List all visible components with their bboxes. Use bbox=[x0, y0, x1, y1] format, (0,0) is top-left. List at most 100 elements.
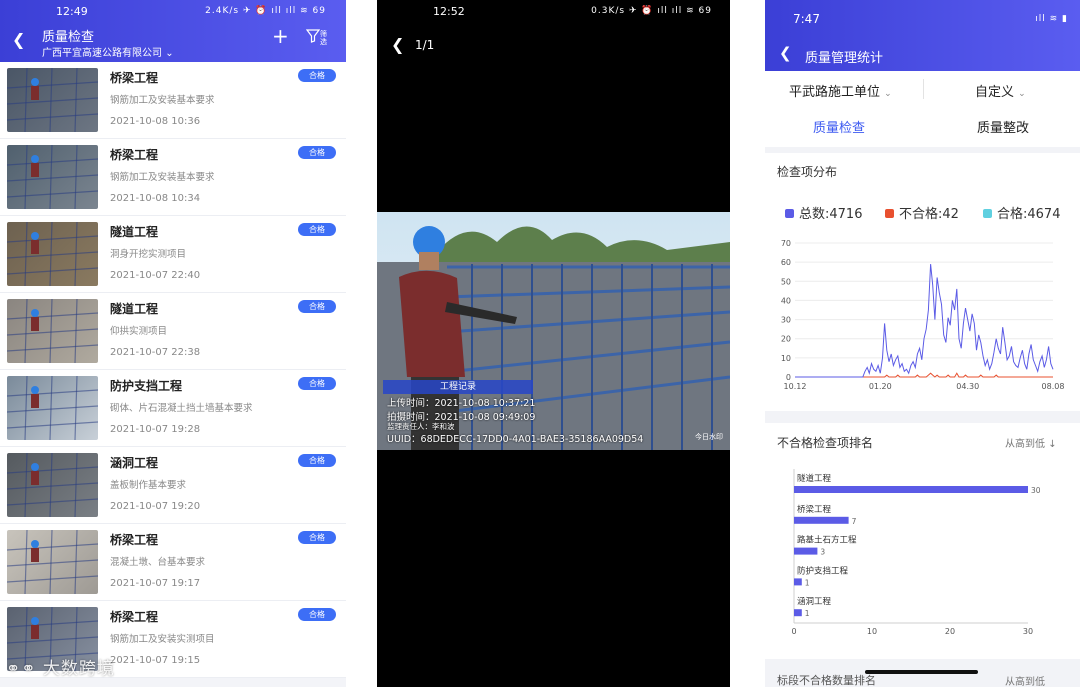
ranking-title: 不合格检查项排名 bbox=[777, 436, 874, 450]
sort-label: 从高到低 bbox=[1005, 439, 1045, 450]
status-badge: 合格 bbox=[298, 69, 336, 82]
status-badge: 合格 bbox=[298, 146, 336, 159]
photo-stamp: 工程记录 上传时间：2021-10-08 10:37:21 拍摄时间：2021-… bbox=[383, 380, 653, 445]
filter-button[interactable]: 筛选 bbox=[305, 28, 336, 52]
category-label: 涵洞工程 bbox=[797, 596, 832, 607]
item-subtitle: 洞身开挖实测项目 bbox=[110, 249, 187, 260]
page-title: 质量检查 bbox=[42, 30, 95, 45]
page-title: 质量管理统计 bbox=[805, 51, 884, 66]
stamp-header: 工程记录 bbox=[383, 380, 533, 394]
status-time: 12:49 bbox=[56, 4, 88, 18]
status-bar: 12:49 2.4K/s ✈ ⏰ ıll ıll ≋ 69 bbox=[0, 0, 346, 22]
watermark-text: 大数跨境 bbox=[42, 659, 115, 679]
page-indicator: 1/1 bbox=[415, 38, 435, 52]
status-time: 12:52 bbox=[433, 4, 465, 18]
inspection-thumbnail bbox=[7, 68, 98, 132]
item-title: 隧道工程 bbox=[110, 225, 159, 239]
company-selector[interactable]: 广西平宜高速公路有限公司 ⌄ bbox=[42, 44, 174, 59]
list-item[interactable]: 隧道工程 洞身开挖实测项目 2021-10-07 22:40 合格 bbox=[0, 216, 346, 293]
y-tick-label: 10 bbox=[781, 354, 791, 363]
legend-fail: 不合格:42 bbox=[885, 203, 959, 222]
bar bbox=[794, 609, 802, 617]
company-name: 广西平宜高速公路有限公司 bbox=[42, 48, 162, 59]
sort-arrow-icon: ↓ bbox=[1048, 439, 1057, 450]
inspection-thumbnail bbox=[7, 299, 98, 363]
legend-label: 总数:4716 bbox=[799, 207, 863, 222]
item-subtitle: 混凝土墩、台基本要求 bbox=[110, 557, 206, 568]
list-item[interactable]: 桥梁工程钢筋加工及安装基本要求 2021-10-08 10:34 合格 bbox=[0, 139, 346, 216]
status-time: 7:47 bbox=[793, 12, 820, 26]
status-icons: 0.3K/s ✈ ⏰ ıll ıll ≋ 69 bbox=[591, 6, 712, 16]
bar bbox=[794, 578, 802, 586]
item-subtitle: 钢筋加工及安装基本要求 bbox=[110, 95, 215, 106]
filter-bar: 平武路施工单位 ⌄ 自定义 ⌄ bbox=[765, 71, 1080, 107]
chevron-down-icon: ⌄ bbox=[165, 48, 174, 59]
item-time: 2021-10-08 10:36 bbox=[110, 116, 201, 127]
item-title: 桥梁工程 bbox=[110, 148, 159, 162]
header-bar: 7:47 ıll ≋ ▮ ❮ 质量管理统计 bbox=[765, 0, 1080, 71]
item-subtitle: 仰拱实测项目 bbox=[110, 326, 168, 337]
item-title: 涵洞工程 bbox=[110, 456, 159, 470]
item-subtitle: 钢筋加工及安装基本要求 bbox=[110, 172, 215, 183]
photo-viewer-screen: 12:52 0.3K/s ✈ ⏰ ıll ıll ≋ 69 ❮ 1/1 工程记录… bbox=[377, 0, 730, 687]
add-icon[interactable]: + bbox=[272, 24, 289, 48]
status-icons: 2.4K/s ✈ ⏰ ıll ıll ≋ 69 bbox=[205, 6, 326, 16]
legend-label: 不合格:42 bbox=[899, 207, 959, 222]
item-time: 2021-10-07 19:15 bbox=[110, 655, 201, 666]
back-arrow-icon[interactable]: ❮ bbox=[779, 44, 792, 62]
item-title: 桥梁工程 bbox=[110, 533, 159, 547]
x-tick-label: 0 bbox=[791, 627, 796, 636]
legend-swatch bbox=[785, 209, 794, 218]
y-tick-label: 20 bbox=[781, 335, 791, 344]
y-tick-label: 30 bbox=[781, 316, 791, 325]
list-item[interactable]: 涵洞工程 盖板制作基本要求 2021-10-07 19:20 合格 bbox=[0, 447, 346, 524]
legend-total: 总数:4716 bbox=[785, 203, 862, 222]
item-time: 2021-10-08 10:34 bbox=[110, 193, 201, 204]
item-title: 防护支挡工程 bbox=[110, 379, 183, 393]
item-time: 2021-10-07 19:17 bbox=[110, 578, 201, 589]
item-subtitle: 砌体、片石混凝土挡土墙基本要求 bbox=[110, 403, 253, 414]
item-time: 2021-10-07 19:20 bbox=[110, 501, 201, 512]
data-label: 3 bbox=[820, 548, 825, 557]
y-tick-label: 0 bbox=[786, 373, 791, 382]
list-item[interactable]: 桥梁工程 钢筋加工及安装基本要求 2021-10-08 10:36 合格 bbox=[0, 62, 346, 139]
range-select[interactable]: 自定义 ⌄ bbox=[975, 81, 1026, 100]
tab-quality-check[interactable]: 质量检查 bbox=[813, 117, 865, 136]
bar bbox=[794, 547, 818, 555]
category-label: 桥梁工程 bbox=[797, 504, 832, 515]
list-item[interactable]: 防护支挡工程 砌体、片石混凝土挡土墙基本要求 2021-10-07 19:28 合格 bbox=[0, 370, 346, 447]
status-badge: 合格 bbox=[298, 223, 336, 236]
x-tick-label: 08.08 bbox=[1042, 382, 1065, 391]
list-item[interactable]: 隧道工程 仰拱实测项目 2021-10-07 22:38 合格 bbox=[0, 293, 346, 370]
data-label: 30 bbox=[1031, 486, 1041, 495]
header-bar: 12:49 2.4K/s ✈ ⏰ ıll ıll ≋ 69 ❮ 质量检查 广西平… bbox=[0, 0, 346, 62]
chevron-down-icon: ⌄ bbox=[884, 89, 892, 99]
inspection-list-screen: 12:49 2.4K/s ✈ ⏰ ıll ıll ≋ 69 ❮ 质量检查 广西平… bbox=[0, 0, 346, 687]
status-badge: 合格 bbox=[298, 608, 336, 621]
ranking-card: 不合格检查项排名 从高到低 ↓ 0 10 20 30 隧道工程 30 桥梁工程 7 路基土石方工… bbox=[765, 423, 1080, 659]
filter-label: 筛选 bbox=[320, 30, 327, 46]
next-sort-label[interactable]: 从高到低 bbox=[1005, 673, 1045, 687]
back-arrow-icon[interactable]: ❮ bbox=[12, 30, 25, 49]
x-tick-label: 10 bbox=[867, 627, 877, 636]
unit-select-value: 平武路施工单位 bbox=[789, 85, 881, 100]
home-indicator bbox=[865, 670, 978, 674]
inspection-thumbnail bbox=[7, 145, 98, 209]
x-tick-label: 01.20 bbox=[869, 382, 892, 391]
unit-select[interactable]: 平武路施工单位 ⌄ bbox=[789, 81, 892, 100]
series-line bbox=[795, 372, 1053, 378]
back-arrow-icon[interactable]: ❮ bbox=[391, 35, 404, 54]
distribution-card: 检查项分布 总数:4716 不合格:42 合格:4674 0 10 20 30 40 50… bbox=[765, 153, 1080, 411]
status-icons: ıll ≋ ▮ bbox=[1035, 14, 1068, 24]
watermark: ⚭⚭ 大数跨境 bbox=[6, 659, 115, 679]
data-label: 1 bbox=[805, 578, 810, 587]
x-tick-label: 10.12 bbox=[784, 382, 807, 391]
sort-select[interactable]: 从高到低 ↓ bbox=[1005, 435, 1057, 450]
y-tick-label: 70 bbox=[781, 239, 791, 248]
distribution-line-chart: 0 10 20 30 40 50 60 70 10.12 01.20 04.30 08.08 bbox=[781, 239, 1065, 391]
inspection-thumbnail bbox=[7, 530, 98, 594]
tab-quality-rectify[interactable]: 质量整改 bbox=[977, 117, 1029, 136]
item-subtitle: 钢筋加工及安装实测项目 bbox=[110, 634, 215, 645]
list-item[interactable]: 桥梁工程 混凝土墩、台基本要求 2021-10-07 19:17 合格 bbox=[0, 524, 346, 601]
category-label: 路基土石方工程 bbox=[797, 535, 857, 546]
